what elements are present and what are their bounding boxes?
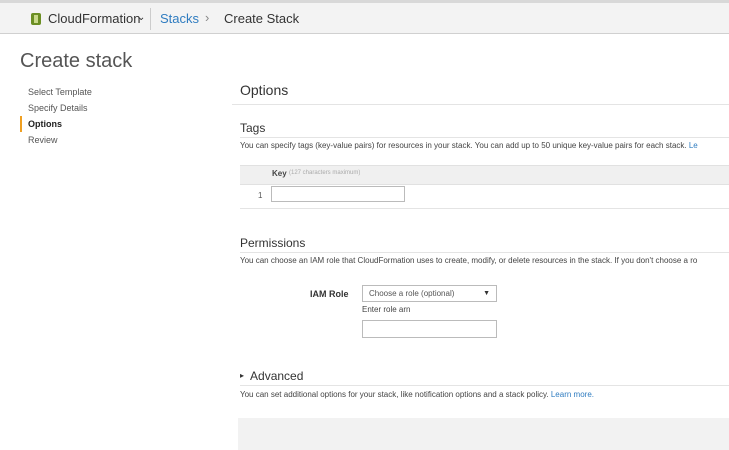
- role-arn-label: Enter role arn: [362, 305, 411, 314]
- wizard-steps-nav: Select Template Specify Details Options …: [20, 84, 92, 148]
- iam-role-select[interactable]: Choose a role (optional) ▼: [362, 285, 497, 302]
- divider: [240, 385, 729, 386]
- divider: [232, 104, 729, 105]
- tag-key-input[interactable]: [271, 186, 405, 202]
- key-column-hint: (127 characters maximum): [289, 170, 361, 176]
- step-select-template[interactable]: Select Template: [20, 84, 92, 100]
- step-options[interactable]: Options: [20, 116, 92, 132]
- tags-heading: Tags: [240, 121, 266, 135]
- breadcrumb-separator-icon: ›: [205, 10, 210, 25]
- iam-role-select-value: Choose a role (optional): [369, 289, 455, 298]
- expand-arrow-icon: ▸: [240, 371, 245, 380]
- advanced-heading: Advanced: [250, 369, 304, 383]
- divider: [240, 137, 729, 138]
- footer-panel: [238, 418, 729, 450]
- advanced-description-text: You can set additional options for your …: [240, 390, 549, 399]
- tags-description-text: You can specify tags (key-value pairs) f…: [240, 141, 687, 150]
- breadcrumb-stacks-link[interactable]: Stacks: [160, 11, 199, 26]
- service-name[interactable]: CloudFormation: [48, 11, 141, 26]
- cloudformation-logo-icon: [31, 13, 41, 25]
- chevron-down-icon[interactable]: ⌄: [137, 12, 145, 23]
- table-header: Key (127 characters maximum): [240, 165, 729, 185]
- options-heading: Options: [240, 82, 289, 98]
- learn-more-link[interactable]: Learn more.: [551, 390, 594, 399]
- breadcrumb-current: Create Stack: [224, 11, 300, 26]
- tags-description: You can specify tags (key-value pairs) f…: [240, 141, 698, 150]
- permissions-description: You can choose an IAM role that CloudFor…: [240, 256, 698, 265]
- step-specify-details[interactable]: Specify Details: [20, 100, 92, 116]
- permissions-heading: Permissions: [240, 236, 306, 250]
- tags-table: Key (127 characters maximum) 1: [240, 165, 729, 209]
- advanced-description: You can set additional options for your …: [240, 390, 594, 399]
- learn-more-link[interactable]: Le: [689, 141, 698, 150]
- step-review[interactable]: Review: [20, 132, 92, 148]
- page-title: Create stack: [20, 50, 133, 72]
- advanced-toggle[interactable]: ▸ Advanced: [240, 369, 303, 383]
- table-row-number: 1: [258, 191, 263, 200]
- top-navigation-bar: CloudFormation ⌄ Stacks › Create Stack: [0, 0, 729, 34]
- divider: [240, 252, 729, 253]
- divider: [150, 8, 151, 30]
- dropdown-arrow-icon: ▼: [483, 290, 490, 297]
- role-arn-input[interactable]: [362, 320, 497, 338]
- key-column-header: Key: [272, 169, 287, 178]
- iam-role-label: IAM Role: [310, 289, 349, 299]
- divider: [240, 208, 729, 209]
